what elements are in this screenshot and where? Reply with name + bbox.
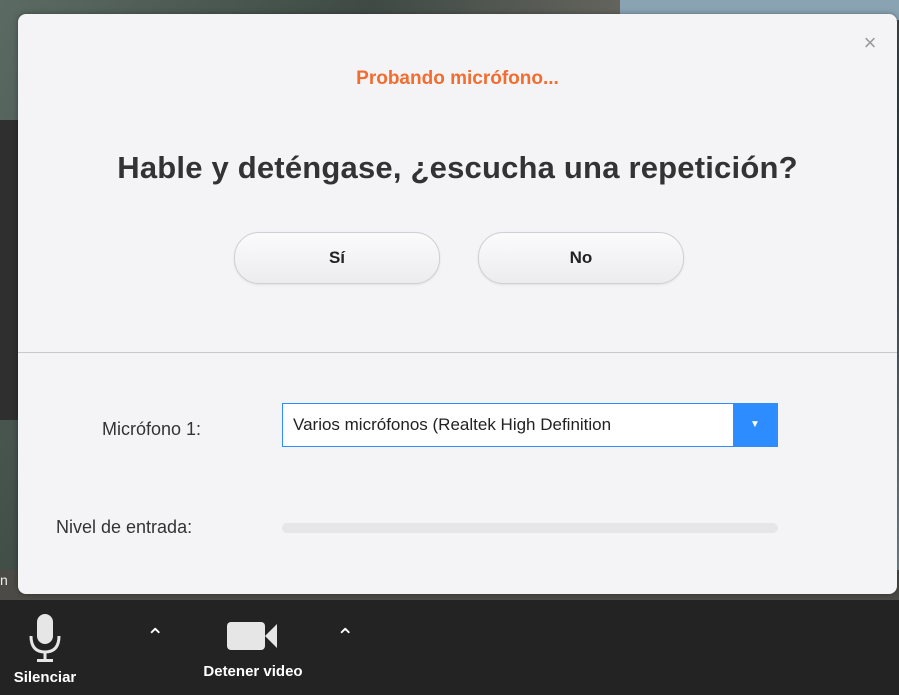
microphone-select-value: Varios micrófonos (Realtek High Definiti… xyxy=(293,415,612,434)
microphone-icon xyxy=(29,614,61,662)
meeting-toolbar: Silenciar ⌃ Detener video ⌃ xyxy=(0,600,899,695)
no-button[interactable]: No xyxy=(478,232,684,284)
video-shape xyxy=(0,120,18,420)
input-level-meter xyxy=(282,523,778,533)
microphone-label: Micrófono 1: xyxy=(102,419,202,439)
input-level-label: Nivel de entrada: xyxy=(56,517,193,537)
video-edge-text: n xyxy=(0,572,8,588)
close-icon[interactable]: × xyxy=(861,32,879,54)
video-camera-icon xyxy=(227,622,277,650)
chevron-up-icon[interactable]: ⌃ xyxy=(336,624,354,650)
chevron-down-icon[interactable]: ▼ xyxy=(733,404,777,446)
dialog-headline: Hable y deténgase, ¿escucha una repetici… xyxy=(117,150,798,185)
mic-test-dialog: × Probando micrófono... Hable y deténgas… xyxy=(18,14,897,594)
divider xyxy=(18,352,897,353)
stop-video-label: Detener video xyxy=(203,663,303,680)
yes-button[interactable]: Sí xyxy=(234,232,440,284)
mute-button[interactable]: Silenciar xyxy=(0,612,90,686)
microphone-select[interactable]: Varios micrófonos (Realtek High Definiti… xyxy=(282,403,778,447)
chevron-up-icon[interactable]: ⌃ xyxy=(146,624,164,650)
stop-video-button[interactable]: Detener video xyxy=(178,614,328,680)
mute-label: Silenciar xyxy=(13,669,77,686)
dialog-subtitle: Probando micrófono... xyxy=(356,68,559,89)
